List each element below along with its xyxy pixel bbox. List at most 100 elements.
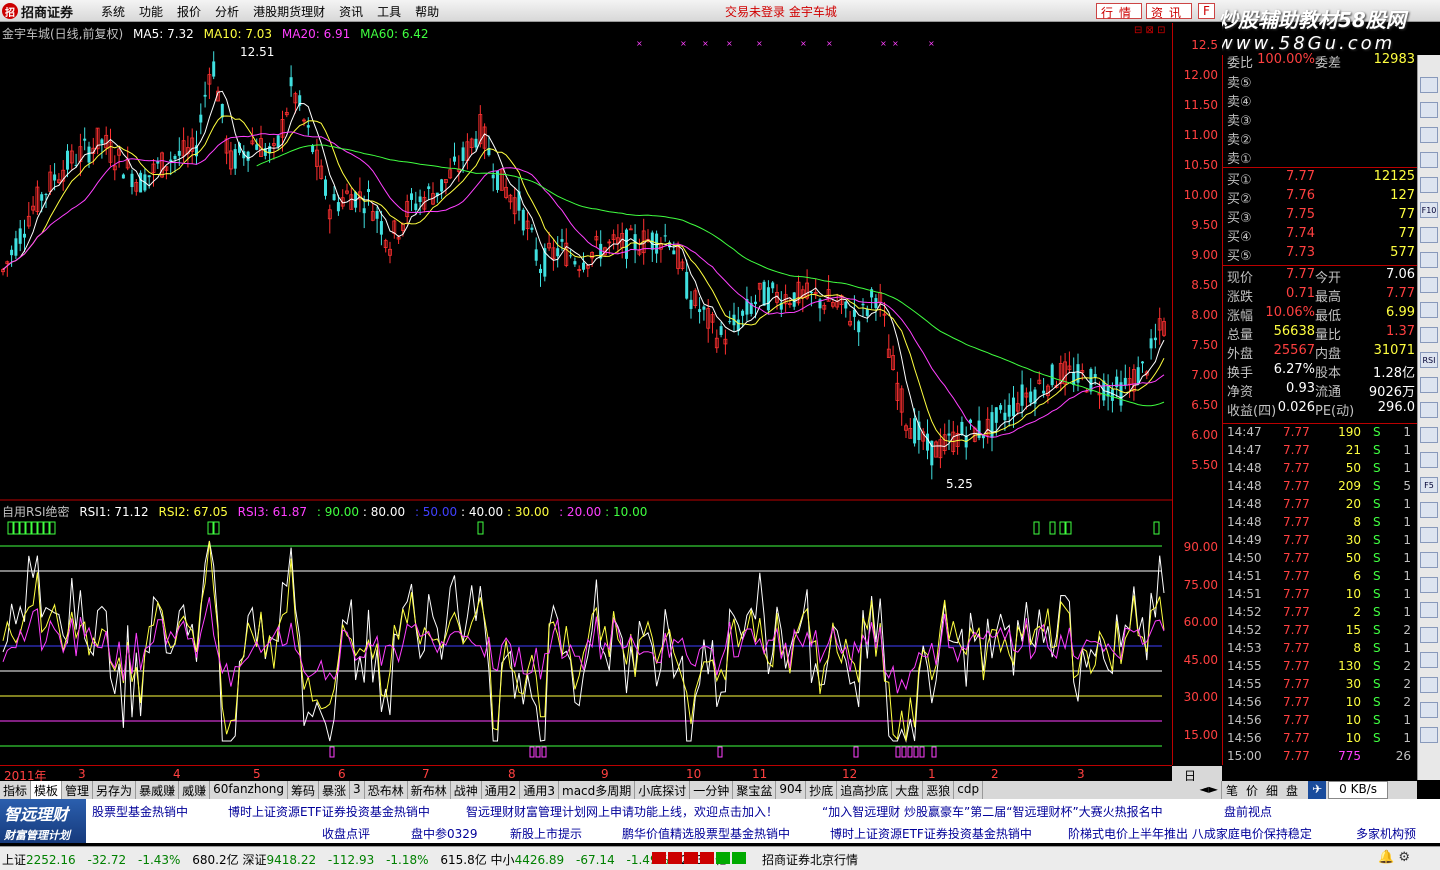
toolbar-button[interactable]: [1420, 177, 1438, 193]
indicator-tab[interactable]: 3: [350, 781, 365, 799]
indicator-tab[interactable]: 通用2: [482, 781, 521, 799]
login-status[interactable]: 交易未登录 金宇车城: [725, 3, 837, 20]
rsi-buy-marker: [477, 521, 484, 535]
news-item[interactable]: 阶梯式电价上半年推出 八成家庭电价保持稳定: [1068, 825, 1312, 842]
toolbar-button[interactable]: [1420, 627, 1438, 643]
toolbar-button[interactable]: [1420, 102, 1438, 118]
menu-tools[interactable]: 工具: [372, 3, 410, 20]
toolbar-button[interactable]: [1420, 152, 1438, 168]
toolbar-button[interactable]: [1420, 652, 1438, 668]
news-item[interactable]: 博时上证资源ETF证券投资基金热销中: [228, 803, 430, 820]
indicator-tab[interactable]: 通用3: [520, 781, 560, 799]
toolbar-button[interactable]: F5: [1420, 477, 1438, 493]
indicator-tabs: 指标 模板 管理 另存为 暴威赚 威赚 60fanzhong 筹码 暴涨 3 恐布林 新布林 战神 通用2…: [0, 781, 1222, 799]
indicator-tab[interactable]: 大盘: [892, 781, 924, 799]
toolbar-button[interactable]: [1420, 277, 1438, 293]
indicator-tab[interactable]: 60fanzhong: [210, 781, 289, 799]
zhiyuan-banner[interactable]: 智远理财 财富管理计划: [0, 799, 86, 843]
f-button[interactable]: F: [1198, 3, 1215, 19]
indicator-tab[interactable]: 904: [776, 781, 807, 799]
indicator-tab[interactable]: 小底探讨: [635, 781, 691, 799]
quote-button[interactable]: 行情: [1096, 3, 1143, 20]
toolbar-button[interactable]: [1420, 552, 1438, 568]
toolbar-button[interactable]: [1420, 577, 1438, 593]
menu-system[interactable]: 系统: [96, 3, 134, 20]
tab-book[interactable]: 盘: [1282, 781, 1302, 799]
menu-analysis[interactable]: 分析: [210, 3, 248, 20]
toolbar-button[interactable]: [1420, 602, 1438, 618]
indicator-tab[interactable]: 恶狼: [923, 781, 955, 799]
toolbar-button[interactable]: [1420, 377, 1438, 393]
indicator-tab[interactable]: 恐布林: [365, 781, 408, 799]
news-item[interactable]: 收盘点评: [322, 825, 370, 842]
indicator-tab[interactable]: 战神: [451, 781, 482, 799]
news-item[interactable]: 多家机构预: [1356, 825, 1416, 842]
tab-trades[interactable]: 笔: [1222, 781, 1242, 799]
indicator-tab[interactable]: 指标: [0, 781, 32, 799]
indicator-tab[interactable]: 另存为: [93, 781, 137, 799]
toolbar-button[interactable]: [1420, 677, 1438, 693]
indicator-tab[interactable]: 暴威赚: [136, 781, 180, 799]
news-item[interactable]: 股票型基金热销中: [92, 803, 188, 820]
news-item[interactable]: 盘中参0329: [411, 825, 478, 842]
trade-time: 14:50: [1227, 551, 1262, 565]
window-controls[interactable]: ⊟ ⊠ ⊡: [1134, 25, 1166, 36]
toolbar-button[interactable]: [1420, 427, 1438, 443]
toolbar-button[interactable]: [1420, 452, 1438, 468]
indicator-tab[interactable]: 管理: [62, 781, 94, 799]
menu-hk-futures[interactable]: 港股期货理财: [248, 3, 334, 20]
menu-quote[interactable]: 报价: [172, 3, 210, 20]
indicator-tab[interactable]: macd多周期: [559, 781, 636, 799]
indicator-tab[interactable]: 威赚: [179, 781, 211, 799]
toolbar-button[interactable]: [1420, 727, 1438, 743]
indicator-tab[interactable]: 新布林: [408, 781, 451, 799]
toolbar-button[interactable]: [1420, 527, 1438, 543]
price-tick: 5.50: [1191, 458, 1218, 472]
toolbar-button[interactable]: [1420, 702, 1438, 718]
news-button[interactable]: 资讯: [1146, 3, 1193, 20]
toolbar-button[interactable]: [1420, 227, 1438, 243]
indicator-tab[interactable]: 模板: [31, 781, 63, 799]
toolbar-button[interactable]: [1420, 402, 1438, 418]
news-item[interactable]: “加入智远理财 炒股赢豪车”第二届“智远理财杯”大赛火热报名中: [822, 803, 1163, 820]
tab-detail[interactable]: 细: [1262, 781, 1282, 799]
indicator-tab[interactable]: cdp: [954, 781, 984, 799]
toolbar-button[interactable]: [1420, 252, 1438, 268]
trade-price: 7.77: [1283, 515, 1310, 529]
quote-value: 7.77: [1286, 169, 1315, 184]
indicator-tab[interactable]: 抄底: [806, 781, 838, 799]
toolbar-button[interactable]: [1420, 77, 1438, 93]
chart-area[interactable]: × × × × × × × × × × 金宇车城(日线,前复权) MA5: 7.32 MA10: …: [0, 23, 1222, 765]
trade-time: 14:56: [1227, 713, 1262, 727]
bar-block: [668, 852, 682, 864]
plane-icon[interactable]: ✈: [1308, 781, 1327, 799]
menu-function[interactable]: 功能: [134, 3, 172, 20]
toolbar-button[interactable]: [1420, 127, 1438, 143]
quote-key: 卖①: [1227, 152, 1252, 167]
news-item[interactable]: 鹏华价值精选股票型基金热销中: [622, 825, 790, 842]
quote-value: 0.71: [1286, 286, 1315, 301]
indicator-tab[interactable]: 筹码: [288, 781, 320, 799]
indicator-tab[interactable]: 追高抄底: [837, 781, 893, 799]
toolbar-button[interactable]: [1420, 327, 1438, 343]
news-item[interactable]: 新股上市提示: [510, 825, 582, 842]
candle-body: [539, 268, 542, 274]
toolbar-button[interactable]: RSI: [1420, 352, 1438, 368]
news-item[interactable]: 智远理财财富管理计划网上申请功能上线，欢迎点击加入！: [466, 803, 778, 820]
toolbar-button[interactable]: [1420, 302, 1438, 318]
indicator-tab[interactable]: 一分钟: [690, 781, 734, 799]
tab-scroll-icon[interactable]: ◄►: [1197, 781, 1222, 799]
news-item[interactable]: 博时上证资源ETF证券投资基金热销中: [830, 825, 1032, 842]
kline-chart[interactable]: × × × × × × × × × ×: [0, 23, 1172, 765]
news-item[interactable]: 盘前视点: [1224, 803, 1272, 820]
indicator-tab[interactable]: 聚宝盆: [733, 781, 777, 799]
tray-icons[interactable]: 🔔 ⚙: [1378, 850, 1410, 865]
candle-body: [1089, 368, 1093, 392]
tab-price[interactable]: 价: [1242, 781, 1262, 799]
indicator-tab[interactable]: 暴涨: [319, 781, 351, 799]
menu-help[interactable]: 帮助: [410, 3, 448, 20]
trade-count: 2: [1403, 623, 1411, 637]
toolbar-button[interactable]: [1420, 502, 1438, 518]
toolbar-button[interactable]: F10: [1420, 202, 1438, 218]
menu-news[interactable]: 资讯: [334, 3, 372, 20]
